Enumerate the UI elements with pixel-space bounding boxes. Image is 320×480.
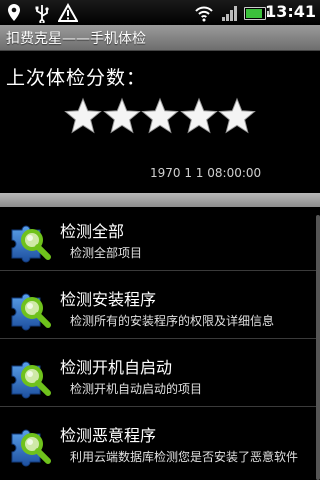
wifi-icon — [195, 6, 213, 22]
puzzle-magnifier-icon — [8, 356, 52, 400]
puzzle-magnifier-icon — [8, 424, 52, 468]
list-item-title: 检测安装程序 — [60, 290, 157, 309]
star-icon — [218, 97, 256, 134]
star-icon — [179, 97, 218, 134]
score-stars — [64, 97, 256, 137]
section-divider — [0, 193, 320, 207]
list-item-title: 检测开机自启动 — [60, 358, 173, 377]
signal-icon — [222, 6, 237, 21]
list-item-description: 检测开机自动启动的项目 — [70, 382, 203, 396]
location-icon — [8, 4, 20, 21]
list-item-description: 检测所有的安装程序的权限及详细信息 — [70, 314, 275, 328]
battery-icon — [244, 7, 269, 20]
puzzle-magnifier-icon — [8, 288, 52, 332]
app-title: 扣费克星——手机体检 — [6, 31, 146, 47]
puzzle-magnifier-icon — [8, 220, 52, 264]
star-icon — [141, 97, 179, 134]
score-timestamp: 1970 1 1 08:00:00 — [150, 166, 262, 180]
usb-icon — [35, 5, 49, 23]
warning-icon — [58, 3, 78, 22]
list-item-check-malware[interactable]: 检测恶意程序 利用云端数据库检测您是否安装了恶意软件 — [0, 411, 316, 474]
list-item-check-all[interactable]: 检测全部 检测全部项目 — [0, 207, 316, 271]
score-label: 上次体检分数： — [6, 67, 147, 89]
status-bar: 13:41 — [0, 0, 320, 25]
check-list: 检测全部 检测全部项目 检测安装程序 检测所有的安装程序的权限及详细信息 检测开… — [0, 207, 320, 480]
status-time: 13:41 — [265, 2, 316, 21]
list-item-check-installed[interactable]: 检测安装程序 检测所有的安装程序的权限及详细信息 — [0, 275, 316, 339]
title-bar: 扣费克星——手机体检 — [0, 25, 320, 51]
list-item-description: 检测全部项目 — [70, 246, 143, 260]
list-scrollbar[interactable] — [316, 215, 320, 480]
list-item-check-autostart[interactable]: 检测开机自启动 检测开机自动启动的项目 — [0, 343, 316, 407]
list-item-title: 检测恶意程序 — [60, 426, 157, 445]
star-icon — [64, 97, 102, 134]
star-icon — [102, 97, 141, 134]
list-item-description: 利用云端数据库检测您是否安装了恶意软件 — [70, 450, 299, 464]
list-item-title: 检测全部 — [60, 222, 125, 241]
